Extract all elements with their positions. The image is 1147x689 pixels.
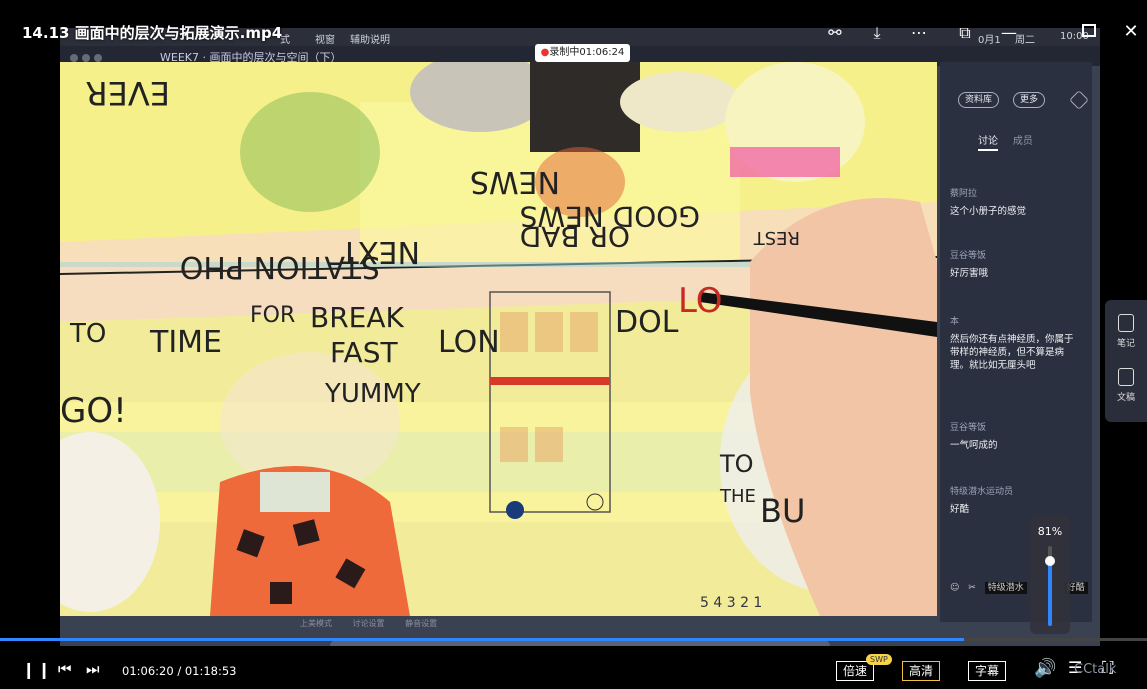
message-text: 一气呵成的 — [950, 440, 998, 451]
message-text: 然后你还有点神经质，你属于带样的神经质，但不算是病理。就比如无厘头吧 — [950, 334, 1074, 371]
emoji-icon[interactable]: ☺ — [950, 583, 959, 593]
bottom-bar-item[interactable]: 静音设置 — [405, 619, 437, 628]
recorded-screen: 式 视窗 辅助说明 0月1 周二 10:00 WEEK7 · 画面中的层次与空间… — [60, 28, 1100, 646]
svg-text:GOOD NEWS: GOOD NEWS — [520, 200, 700, 233]
share-icon[interactable]: ⚯ — [826, 24, 844, 42]
message-author: 豆谷等饭 — [950, 251, 987, 261]
message-author: 豆谷等饭 — [950, 423, 987, 433]
svg-text:TO: TO — [719, 450, 754, 478]
progress-fill — [0, 638, 965, 641]
chat-message: 豆谷等饭 一气呵成的 — [950, 422, 1080, 452]
cctalk-logo: CCtalk — [1074, 662, 1117, 677]
close-icon[interactable]: ✕ — [1122, 23, 1140, 41]
next-button[interactable]: ⏭ — [86, 660, 100, 678]
svg-text:REST: REST — [753, 227, 800, 248]
pip-icon[interactable]: ⧉ — [956, 24, 974, 42]
subtitle-button[interactable]: 字幕 — [968, 661, 1007, 681]
volume-fill — [1048, 561, 1052, 626]
svg-text:LO: LO — [678, 281, 723, 321]
svg-text:NEWS: NEWS — [470, 164, 560, 199]
time-display: 01:06:20 / 01:18:53 — [122, 664, 237, 678]
menubar-date: 0月1 — [978, 35, 1001, 46]
menubar-item: 辅助说明 — [350, 35, 390, 46]
volume-icon[interactable]: 🔊 — [1034, 658, 1056, 679]
message-text: 这个小册子的感觉 — [950, 206, 1027, 217]
svg-text:YUMMY: YUMMY — [324, 379, 421, 409]
svg-text:FOR: FOR — [250, 303, 295, 328]
svg-text:THE: THE — [719, 486, 756, 507]
svg-text:EVER: EVER — [85, 74, 170, 112]
library-button[interactable]: 资料库 — [958, 92, 1000, 108]
message-author: 蔡阿拉 — [950, 189, 978, 199]
side-toolbar: 笔记 文稿 — [1105, 300, 1147, 422]
pause-button[interactable]: ❙❙ — [22, 660, 53, 679]
chat-message: 蔡阿拉 这个小册子的感觉 — [950, 188, 1080, 218]
volume-percent: 81% — [1037, 525, 1063, 538]
menubar-weekday: 周二 — [1015, 35, 1035, 46]
bottom-bar-item[interactable]: 上美模式 — [300, 619, 332, 628]
swp-badge: SWP — [866, 654, 892, 665]
svg-text:FAST: FAST — [330, 336, 398, 369]
document-icon — [1118, 368, 1134, 386]
svg-text:BREAK: BREAK — [310, 301, 405, 334]
current-time: 01:06:20 — [122, 664, 174, 678]
chat-message: 豆谷等饭 好厉害哦 — [950, 250, 1080, 280]
document-tool-label: 文稿 — [1116, 393, 1135, 403]
message-author: 本 — [950, 317, 960, 327]
download-icon[interactable]: ⤓ — [868, 24, 886, 42]
more-icon[interactable]: ⋯ — [910, 24, 928, 42]
illustration-artwork: EVER STATION PHO NEXT NEWS OR BAD GOOD N… — [60, 62, 937, 616]
minimize-icon[interactable]: — — [1000, 24, 1018, 42]
svg-text:TIME: TIME — [149, 325, 222, 360]
video-title: 14.13 画面中的层次与拓展演示.mp4 — [22, 24, 283, 42]
maximize-icon[interactable] — [1082, 24, 1096, 37]
svg-text:NEXT: NEXT — [340, 234, 420, 269]
svg-text:5 4 3 2 1: 5 4 3 2 1 — [700, 595, 762, 611]
chat-message: 特级潜水运动员 好酷 — [950, 486, 1080, 516]
message-text: 好酷 — [950, 504, 970, 515]
progress-bar[interactable] — [0, 638, 1147, 641]
previous-button[interactable]: ⏮ — [58, 660, 72, 678]
svg-text:GO!: GO! — [60, 391, 127, 431]
control-bar: ❙❙ ⏮ ⏭ 01:06:20 / 01:18:53 倍速 SWP 高清 字幕 … — [0, 648, 1147, 689]
duration: 01:18:53 — [184, 664, 237, 678]
tab-discuss[interactable]: 讨论 — [978, 136, 998, 151]
document-tool[interactable]: 文稿 — [1105, 368, 1147, 403]
more-button[interactable]: 更多 — [1013, 92, 1046, 108]
menubar-item: 视窗 — [315, 35, 335, 46]
volume-knob[interactable] — [1045, 556, 1055, 567]
time-separator: / — [177, 664, 185, 678]
meeting-bottom-bar: 上美模式 讨论设置 静音设置 — [120, 618, 437, 629]
svg-text:BU: BU — [760, 492, 805, 530]
message-author: 特级潜水运动员 — [950, 487, 1014, 497]
chat-message: 本 然后你还有点神经质，你属于带样的神经质，但不算是病理。就比如无厘头吧 — [950, 316, 1080, 372]
video-player: 式 视窗 辅助说明 0月1 周二 10:00 WEEK7 · 画面中的层次与空间… — [0, 0, 1147, 689]
scissors-icon[interactable]: ✂ — [968, 583, 976, 593]
bottom-bar-item[interactable]: 讨论设置 — [353, 619, 385, 628]
tab-members[interactable]: 成员 — [1013, 136, 1033, 147]
drawing-video-frame: EVER STATION PHO NEXT NEWS OR BAD GOOD N… — [60, 62, 937, 616]
recording-indicator: ●录制中01:06:24 — [535, 44, 630, 62]
svg-text:DOL: DOL — [615, 305, 679, 340]
volume-popup: 81% — [1030, 516, 1070, 634]
svg-text:LON: LON — [438, 325, 500, 360]
note-icon — [1118, 314, 1134, 332]
message-text: 好厉害哦 — [950, 268, 989, 279]
quality-button[interactable]: 高清 — [902, 661, 941, 681]
svg-text:TO: TO — [69, 319, 106, 349]
settings-icon[interactable] — [1069, 90, 1089, 110]
chat-input-hint: 特级潜水 — [984, 582, 1027, 594]
chat-tabs: 讨论 成员 — [978, 132, 1045, 151]
notes-tool-label: 笔记 — [1116, 339, 1135, 349]
volume-slider[interactable] — [1045, 546, 1055, 626]
notes-tool[interactable]: 笔记 — [1105, 314, 1147, 349]
